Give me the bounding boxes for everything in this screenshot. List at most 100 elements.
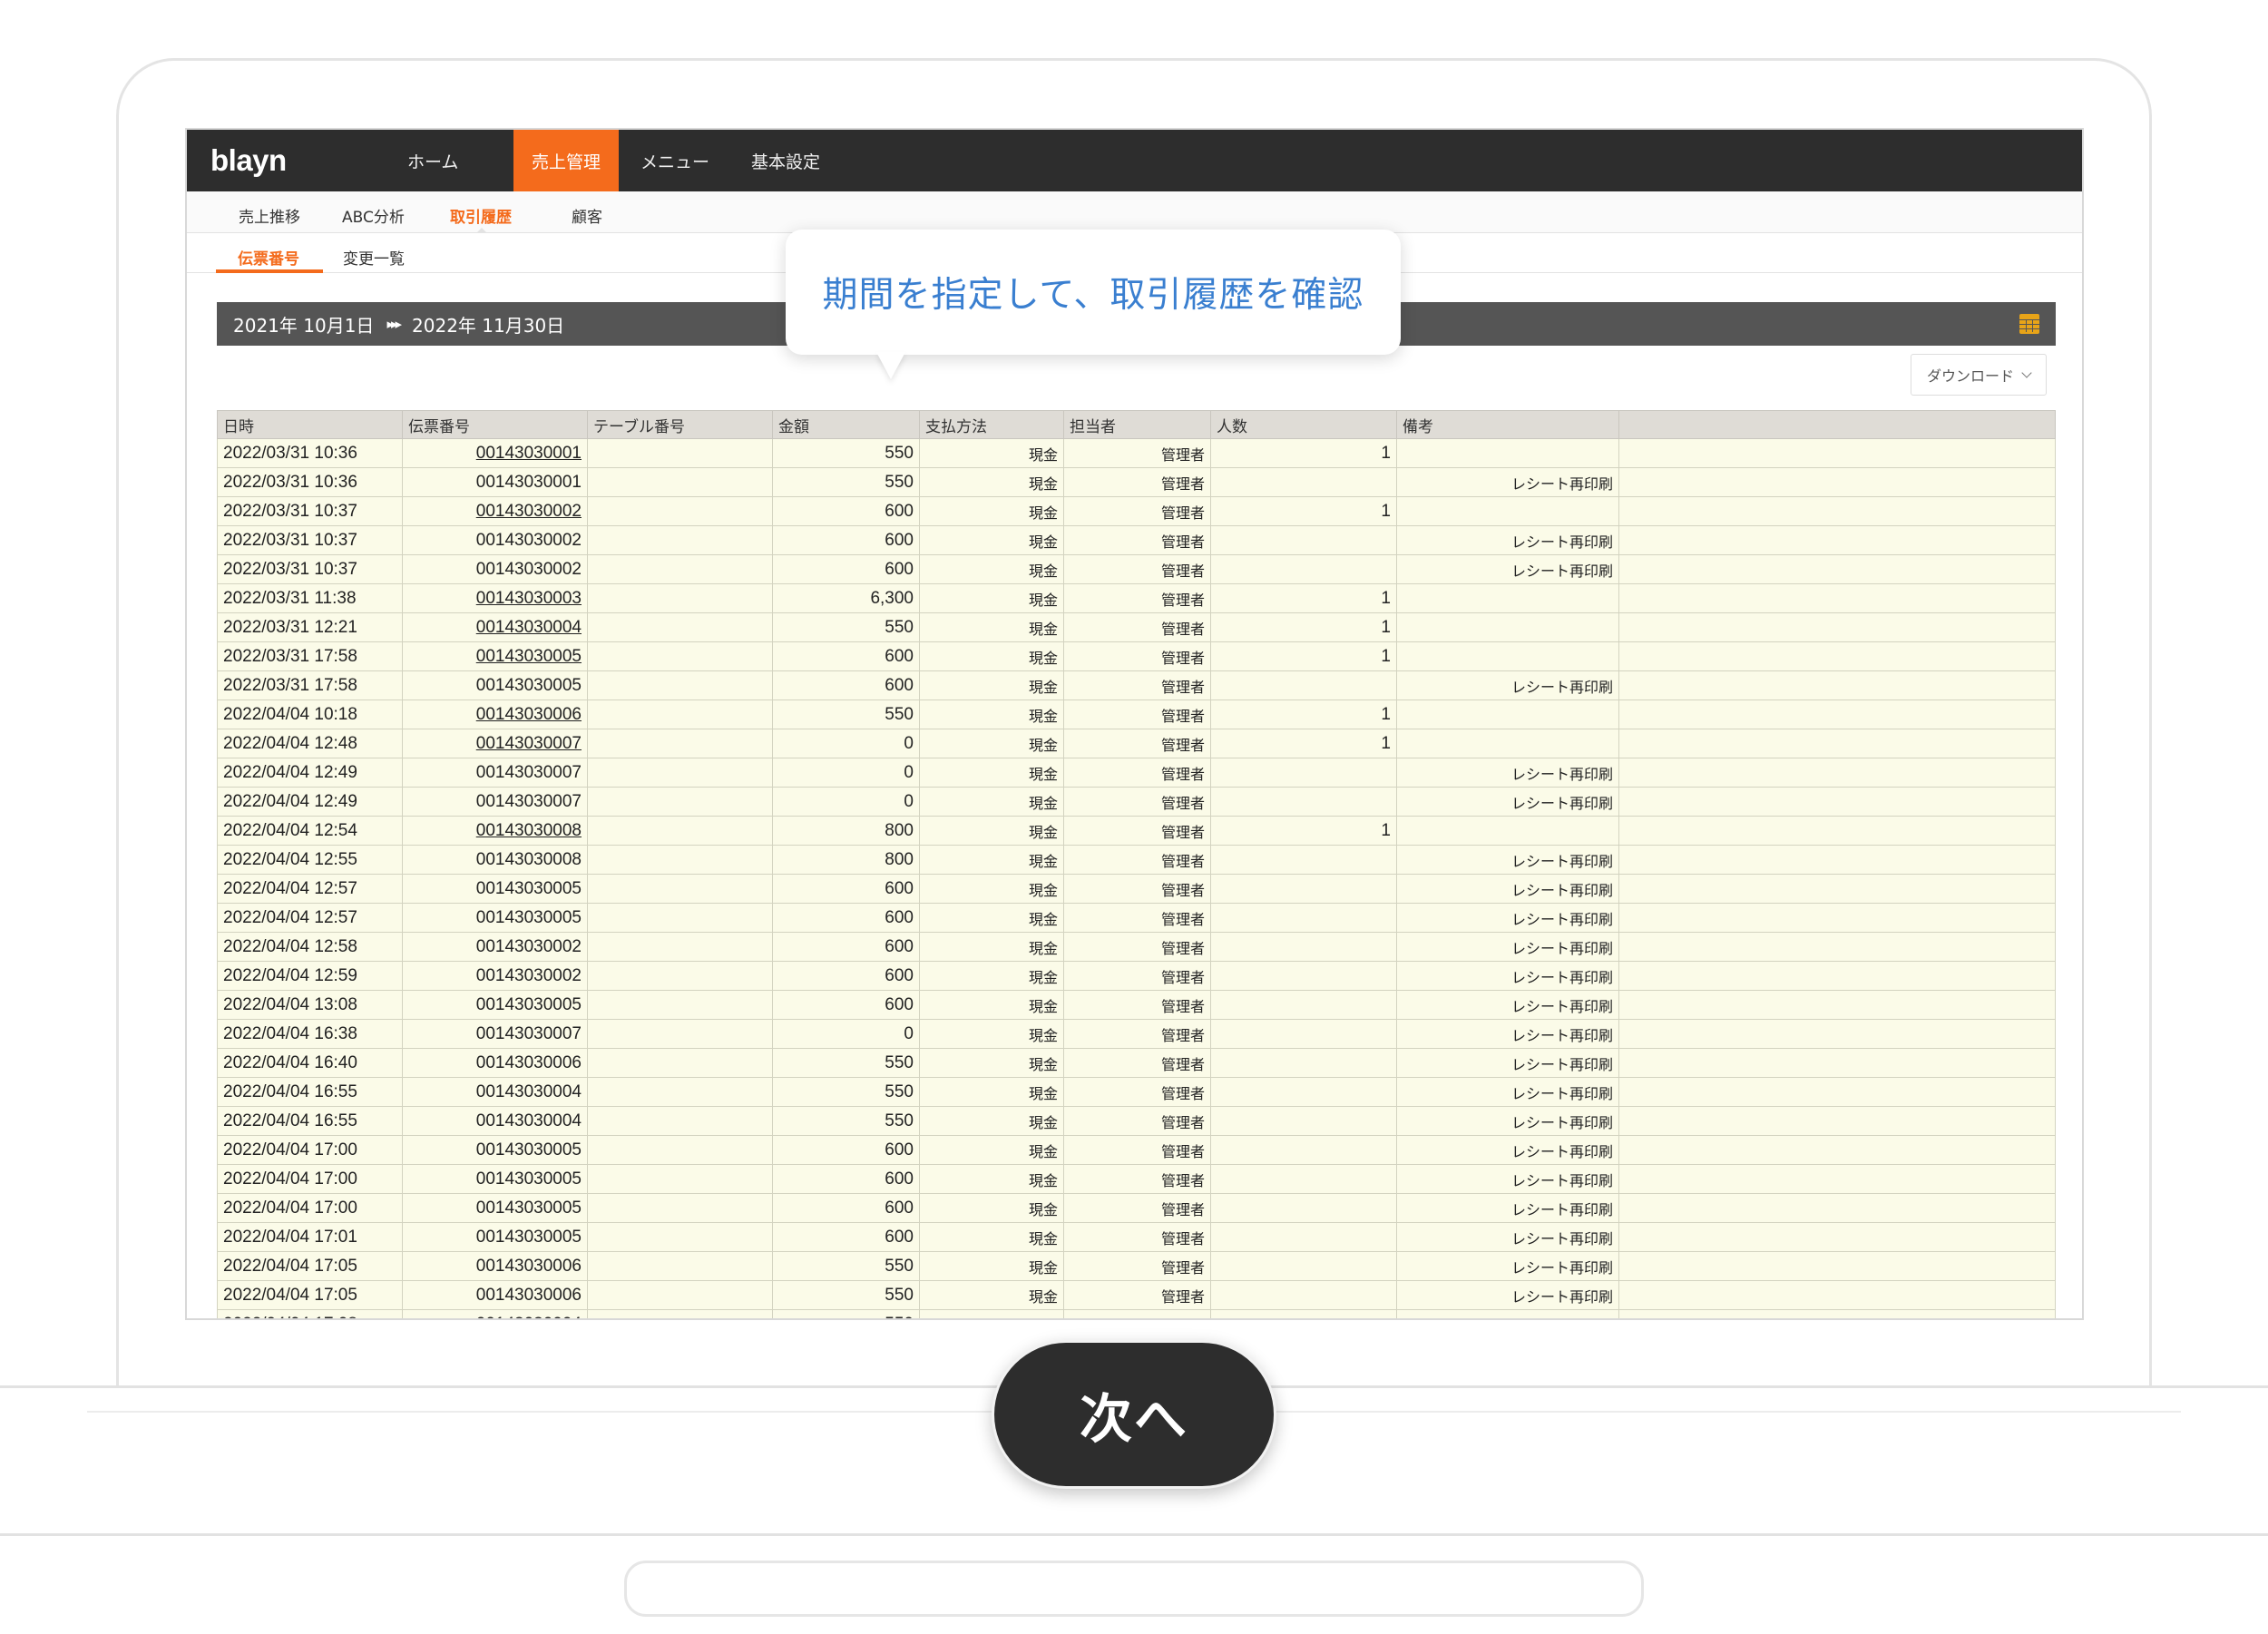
cell-slip-number: 00143030008 xyxy=(402,816,588,846)
slip-number-link[interactable]: 00143030003 xyxy=(476,589,582,608)
nav-menu[interactable]: メニュー xyxy=(619,130,731,191)
period-end-date: 2022年 11月30日 xyxy=(412,314,565,337)
note-header[interactable]: 備考 xyxy=(1396,410,1619,439)
cell-people xyxy=(1210,1309,1397,1318)
slip-number-link[interactable]: 00143030005 xyxy=(476,647,582,666)
tab-change-list[interactable]: 変更一覧 xyxy=(343,246,405,269)
people-header[interactable]: 人数 xyxy=(1210,410,1397,439)
cell-payment-method: 現金 xyxy=(919,758,1064,788)
cell-table-number xyxy=(587,729,773,758)
table-row: 2022/03/31 11:38 00143030003 6,300 現金 管理者 1 xyxy=(217,583,2056,613)
cell-staff: 管理者 xyxy=(1063,758,1211,788)
cell-table-number xyxy=(587,1309,773,1318)
subnav-abc-analysis[interactable]: ABC分析 xyxy=(342,204,405,227)
chevron-down-icon xyxy=(2021,367,2032,378)
cell-slip-number: 00143030001 xyxy=(402,438,588,468)
cell-table-number xyxy=(587,670,773,700)
slip-number-link[interactable]: 00143030006 xyxy=(476,705,582,724)
table-row: 2022/04/04 17:01 00143030005 600 現金 管理者 レシート再… xyxy=(217,1222,2056,1252)
cell-people: 1 xyxy=(1210,438,1397,468)
cell-blank xyxy=(1618,1048,2056,1078)
cell-payment-method: 現金 xyxy=(919,438,1064,468)
subnav-customer[interactable]: 顧客 xyxy=(572,204,602,227)
cell-table-number xyxy=(587,1106,773,1136)
subnav-sales-trend[interactable]: 売上推移 xyxy=(239,204,300,227)
slip-number-link[interactable]: 00143030008 xyxy=(476,821,582,840)
cell-table-number xyxy=(587,467,773,497)
cell-staff: 管理者 xyxy=(1063,1193,1211,1223)
cell-datetime: 2022/04/04 12:48 xyxy=(217,729,403,758)
tab-slip-number[interactable]: 伝票番号 xyxy=(238,246,299,269)
nav-sales-management[interactable]: 売上管理 xyxy=(513,130,619,191)
cell-datetime: 2022/03/31 10:36 xyxy=(217,467,403,497)
datetime-header[interactable]: 日時 xyxy=(217,410,403,439)
cell-amount: 600 xyxy=(772,1222,920,1252)
cell-payment-method: 現金 xyxy=(919,845,1064,875)
cell-slip-number: 00143030005 xyxy=(402,1193,588,1223)
cell-datetime: 2022/04/04 12:57 xyxy=(217,874,403,904)
cell-datetime: 2022/04/04 17:00 xyxy=(217,1164,403,1194)
cell-blank xyxy=(1618,496,2056,526)
brand-logo[interactable]: blayn xyxy=(187,130,407,191)
slip-number-header[interactable]: 伝票番号 xyxy=(402,410,588,439)
cell-amount: 550 xyxy=(772,1077,920,1107)
cell-datetime: 2022/04/04 12:58 xyxy=(217,932,403,962)
cell-blank xyxy=(1618,932,2056,962)
cell-amount: 600 xyxy=(772,1135,920,1165)
cell-blank xyxy=(1618,903,2056,933)
cell-amount: 550 xyxy=(772,1048,920,1078)
cell-datetime: 2022/04/04 17:05 xyxy=(217,1280,403,1310)
cell-note: レシート再印刷 xyxy=(1396,1251,1619,1281)
slip-number-link[interactable]: 00143030004 xyxy=(476,618,582,637)
download-button[interactable]: ダウンロード xyxy=(1911,354,2047,396)
table-number-header[interactable]: テーブル番号 xyxy=(587,410,773,439)
cell-staff: 管理者 xyxy=(1063,1222,1211,1252)
payment-method-header[interactable]: 支払方法 xyxy=(919,410,1064,439)
cell-datetime: 2022/04/04 10:18 xyxy=(217,700,403,729)
cell-blank xyxy=(1618,874,2056,904)
cell-amount: 0 xyxy=(772,787,920,817)
calendar-icon[interactable] xyxy=(2019,314,2039,334)
cell-table-number xyxy=(587,1251,773,1281)
cell-people xyxy=(1210,961,1397,991)
nav-basic-settings[interactable]: 基本設定 xyxy=(731,130,840,191)
cell-payment-method: 現金 xyxy=(919,903,1064,933)
slip-number-link[interactable]: 00143030002 xyxy=(476,502,582,521)
cell-staff: 管理者 xyxy=(1063,845,1211,875)
table-row: 2022/04/04 12:59 00143030002 600 現金 管理者 レシート再… xyxy=(217,961,2056,991)
cell-amount: 600 xyxy=(772,496,920,526)
cell-staff: 管理者 xyxy=(1063,932,1211,962)
slip-number-link[interactable]: 00143030001 xyxy=(476,444,582,463)
cell-payment-method: 現金 xyxy=(919,670,1064,700)
cell-people xyxy=(1210,903,1397,933)
next-button[interactable]: 次へ xyxy=(992,1340,1276,1489)
cell-slip-number: 00143030005 xyxy=(402,874,588,904)
cell-datetime: 2022/04/04 16:40 xyxy=(217,1048,403,1078)
cell-payment-method: 現金 xyxy=(919,1222,1064,1252)
nav-home[interactable]: ホーム xyxy=(407,130,513,191)
subnav-transaction-history[interactable]: 取引履歴 xyxy=(450,204,512,227)
table-row: 2022/03/31 10:36 00143030001 550 現金 管理者 1 xyxy=(217,438,2056,468)
cell-note: レシート再印刷 xyxy=(1396,1309,1619,1318)
cell-amount: 550 xyxy=(772,438,920,468)
cell-people xyxy=(1210,845,1397,875)
cell-amount: 600 xyxy=(772,1164,920,1194)
cell-staff: 管理者 xyxy=(1063,1106,1211,1136)
transaction-table: 日時 伝票番号 テーブル番号 金額 支払方法 担当者 人数 備考 2022/03/31 10:… xyxy=(217,410,2056,1318)
cell-amount: 600 xyxy=(772,961,920,991)
cell-slip-number: 00143030003 xyxy=(402,583,588,613)
cell-staff: 管理者 xyxy=(1063,1048,1211,1078)
cell-staff: 管理者 xyxy=(1063,670,1211,700)
table-row: 2022/03/31 17:58 00143030005 600 現金 管理者 1 xyxy=(217,641,2056,671)
cell-note: レシート再印刷 xyxy=(1396,874,1619,904)
staff-header[interactable]: 担当者 xyxy=(1063,410,1211,439)
cell-slip-number: 00143030007 xyxy=(402,1019,588,1049)
amount-header[interactable]: 金額 xyxy=(772,410,920,439)
table-header-row: 日時 伝票番号 テーブル番号 金額 支払方法 担当者 人数 備考 xyxy=(217,410,2056,439)
slip-number-link[interactable]: 00143030007 xyxy=(476,734,582,753)
blank-header[interactable] xyxy=(1618,410,2056,439)
cell-payment-method: 現金 xyxy=(919,641,1064,671)
cell-people: 1 xyxy=(1210,700,1397,729)
cell-table-number xyxy=(587,700,773,729)
table-row: 2022/04/04 12:57 00143030005 600 現金 管理者 レシート再… xyxy=(217,903,2056,933)
